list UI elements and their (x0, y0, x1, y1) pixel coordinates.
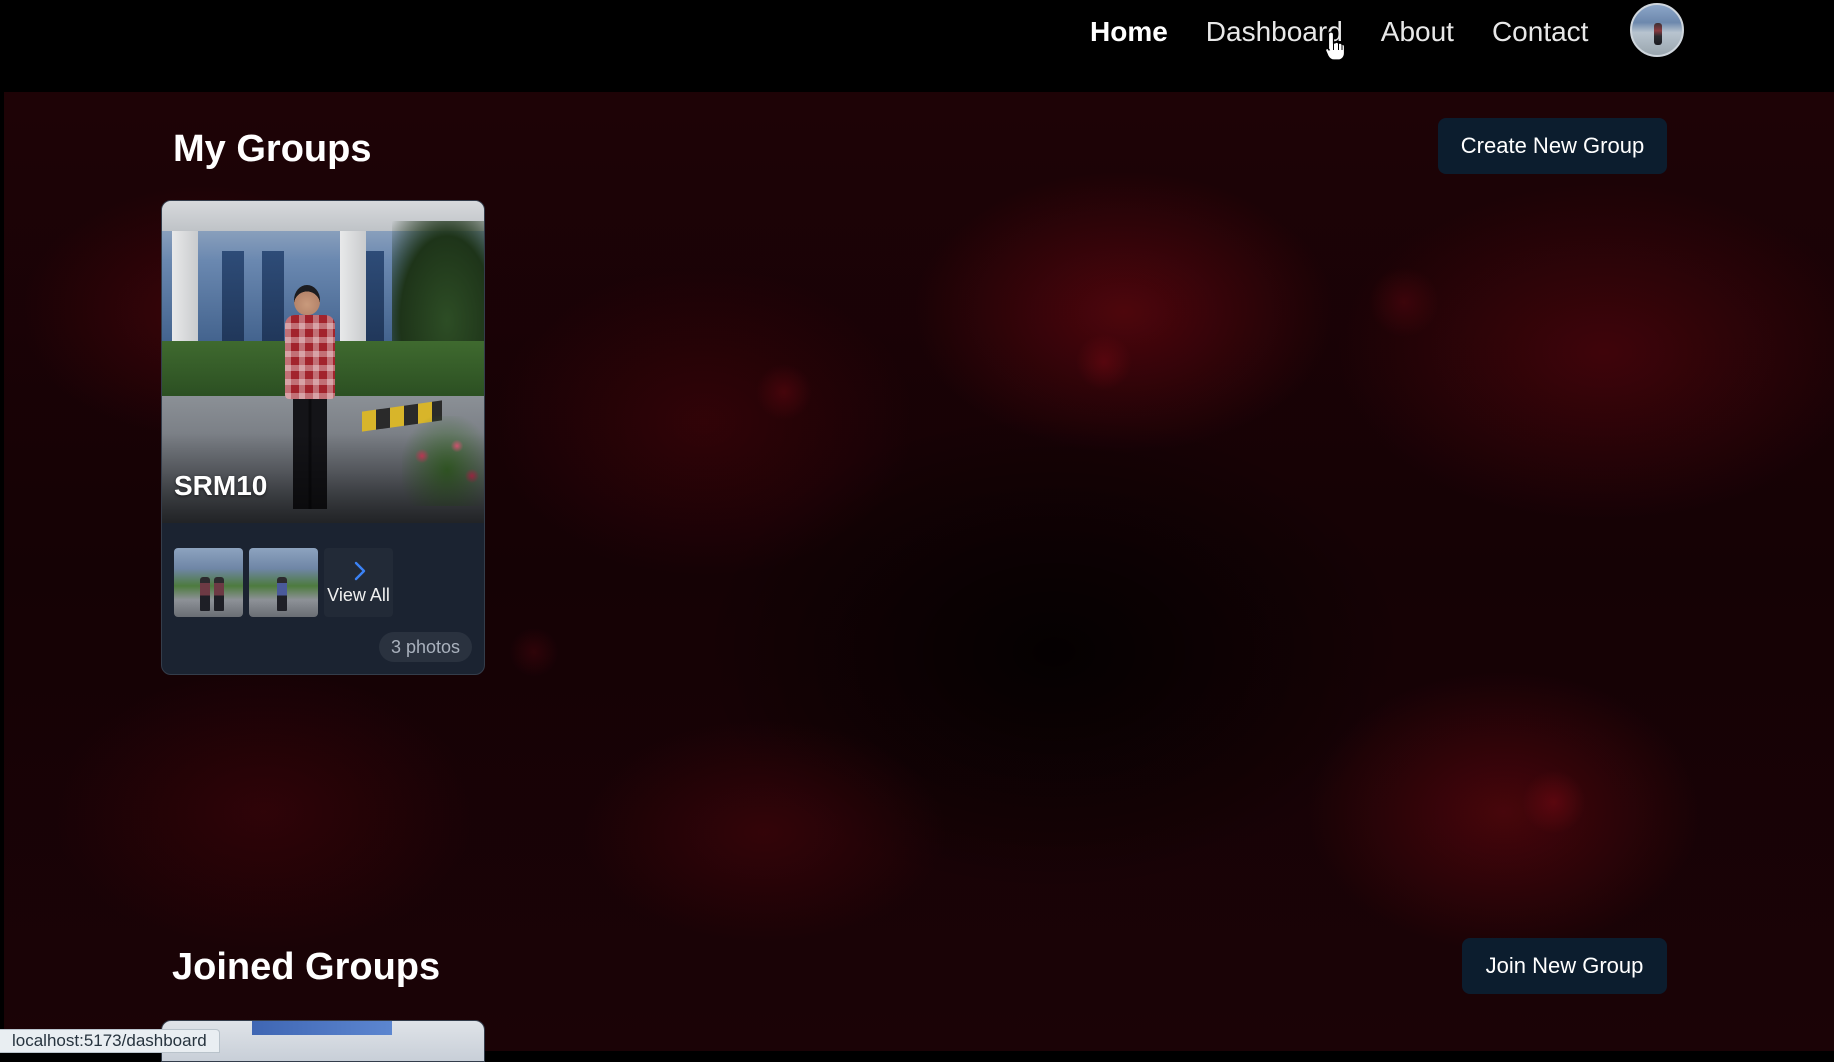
chevron-right-icon (354, 561, 365, 581)
avatar-photo (1654, 23, 1662, 45)
main-nav: Home Dashboard About Contact (1090, 12, 1626, 52)
photo-thumbnail[interactable] (174, 548, 243, 617)
photo-thumbnails: View All (174, 548, 393, 617)
nav-link-contact[interactable]: Contact (1492, 16, 1589, 48)
view-all-label: View All (327, 585, 390, 605)
join-new-group-button[interactable]: Join New Group (1462, 938, 1667, 994)
hand-pointer-icon (1325, 31, 1345, 61)
group-cover-photo[interactable]: SRM10 (162, 201, 484, 523)
create-new-group-button[interactable]: Create New Group (1438, 118, 1667, 174)
photo-count-badge: 3 photos (378, 632, 472, 662)
status-bar-url: localhost:5173/dashboard (0, 1029, 220, 1053)
user-avatar[interactable] (1630, 3, 1684, 57)
group-name: SRM10 (174, 470, 268, 501)
nav-link-about[interactable]: About (1381, 16, 1454, 48)
top-navbar: Home Dashboard About Contact (0, 0, 1834, 92)
photo-thumbnail[interactable] (249, 548, 318, 617)
nav-link-home[interactable]: Home (1090, 16, 1168, 48)
group-card[interactable]: SRM10 View All 3 photos (161, 200, 485, 675)
joined-groups-heading: Joined Groups (172, 946, 441, 988)
nav-link-dashboard[interactable]: Dashboard (1206, 16, 1343, 48)
my-groups-heading: My Groups (173, 128, 372, 170)
view-all-button[interactable]: View All (324, 548, 393, 617)
